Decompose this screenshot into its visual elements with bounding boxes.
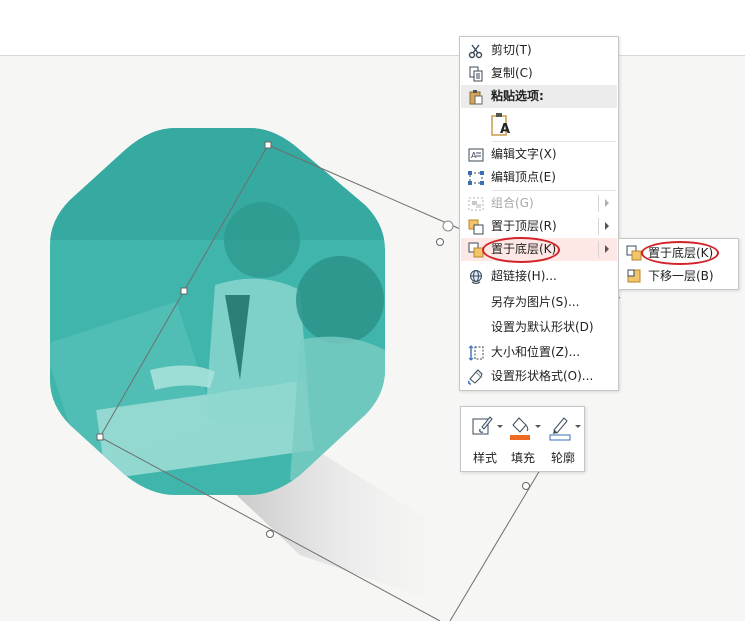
dropdown-arrow-icon <box>575 425 581 428</box>
menu-header-label: 粘贴选项: <box>491 89 544 103</box>
hyperlink-icon <box>461 265 491 288</box>
menu-item-label: 编辑顶点(E) <box>491 170 556 184</box>
menu-separator <box>492 190 616 191</box>
menu-item-bring-to-front[interactable]: 置于顶层(R) <box>461 215 617 238</box>
submenu-item-label: 下移一层(B) <box>648 269 714 283</box>
menu-item-set-default-shape[interactable]: 设置为默认形状(D) <box>461 316 617 339</box>
hexagon-picture-shape[interactable] <box>40 120 400 510</box>
annotation-circle <box>482 237 560 263</box>
menu-item-cut[interactable]: 剪切(T) <box>461 39 617 62</box>
menu-item-label: 超链接(H)... <box>491 269 557 283</box>
send-backward-icon <box>620 268 648 284</box>
menu-item-label: 设置为默认形状(D) <box>491 320 594 334</box>
menu-header-paste-options: 粘贴选项: <box>461 85 617 108</box>
scissors-icon <box>461 39 491 62</box>
shape-outline-label: 轮廓 <box>550 451 575 465</box>
shape-outline-button[interactable]: 轮廓 <box>545 411 581 467</box>
menu-item-label: 复制(C) <box>491 66 533 80</box>
menu-item-label: 组合(G) <box>491 196 534 210</box>
menu-item-hyperlink[interactable]: 超链接(H)... <box>461 265 617 288</box>
paint-bucket-icon <box>510 417 530 440</box>
dropdown-arrow-icon <box>535 425 541 428</box>
shape-style-label: 样式 <box>472 451 497 465</box>
copy-icon <box>461 62 491 85</box>
menu-item-label: 剪切(T) <box>491 43 532 57</box>
menu-item-format-shape[interactable]: 设置形状格式(O)... <box>461 365 617 388</box>
menu-item-copy[interactable]: 复制(C) <box>461 62 617 85</box>
shape-style-icon <box>472 416 493 435</box>
send-to-back-submenu: 置于底层(K) 下移一层(B) <box>618 238 739 290</box>
paste-keep-text-only-button[interactable]: A <box>461 110 617 140</box>
submenu-arrow-icon <box>605 199 609 207</box>
format-shape-icon <box>461 365 491 388</box>
menu-item-label: 置于顶层(R) <box>491 219 557 233</box>
shape-style-button[interactable]: 样式 <box>467 411 503 467</box>
resize-handle-left[interactable] <box>180 287 188 295</box>
menu-item-edit-points[interactable]: 编辑顶点(E) <box>461 166 617 189</box>
resize-handle-bottom-left[interactable] <box>96 433 104 441</box>
slide-canvas <box>40 120 621 621</box>
resize-handle-top[interactable] <box>264 141 272 149</box>
pen-icon <box>549 417 571 441</box>
submenu-arrow-icon <box>605 222 609 230</box>
menu-item-edit-text[interactable]: A 编辑文字(X) <box>461 143 617 166</box>
menu-item-label: 大小和位置(Z)... <box>491 345 581 359</box>
mini-toolbar: 样式 填充 轮廓 <box>460 406 585 472</box>
paste-icon <box>461 85 491 108</box>
menu-item-group: 组合(G) <box>461 192 617 215</box>
submenu-item-send-backward[interactable]: 下移一层(B) <box>620 264 737 287</box>
menu-item-label: 编辑文字(X) <box>491 147 557 161</box>
menu-item-label: 设置形状格式(O)... <box>491 369 594 383</box>
shape-fill-button[interactable]: 填充 <box>505 411 541 467</box>
annotation-circle <box>641 241 719 265</box>
menu-item-save-as-picture[interactable]: 另存为图片(S)... <box>461 291 617 314</box>
menu-item-size-position[interactable]: 大小和位置(Z)... <box>461 341 617 364</box>
resize-handle-lower-right[interactable] <box>522 482 530 490</box>
submenu-arrow-icon <box>605 245 609 253</box>
bring-to-front-icon <box>461 215 491 238</box>
menu-separator <box>492 141 616 142</box>
edit-text-icon: A <box>461 143 491 166</box>
dropdown-arrow-icon <box>497 425 503 428</box>
resize-handle-right[interactable] <box>436 238 444 246</box>
paste-text-icon: A <box>491 112 513 138</box>
size-position-icon <box>461 341 491 364</box>
rotation-handle[interactable] <box>442 220 454 232</box>
edit-points-icon <box>461 166 491 189</box>
context-menu: 剪切(T) 复制(C) 粘贴选项: A A 编辑文字(X) 编辑顶点(E) 组合… <box>459 36 619 391</box>
shape-fill-label: 填充 <box>510 451 535 465</box>
group-icon <box>461 192 491 215</box>
menu-item-label: 另存为图片(S)... <box>491 295 580 309</box>
resize-handle-bottom[interactable] <box>266 530 274 538</box>
